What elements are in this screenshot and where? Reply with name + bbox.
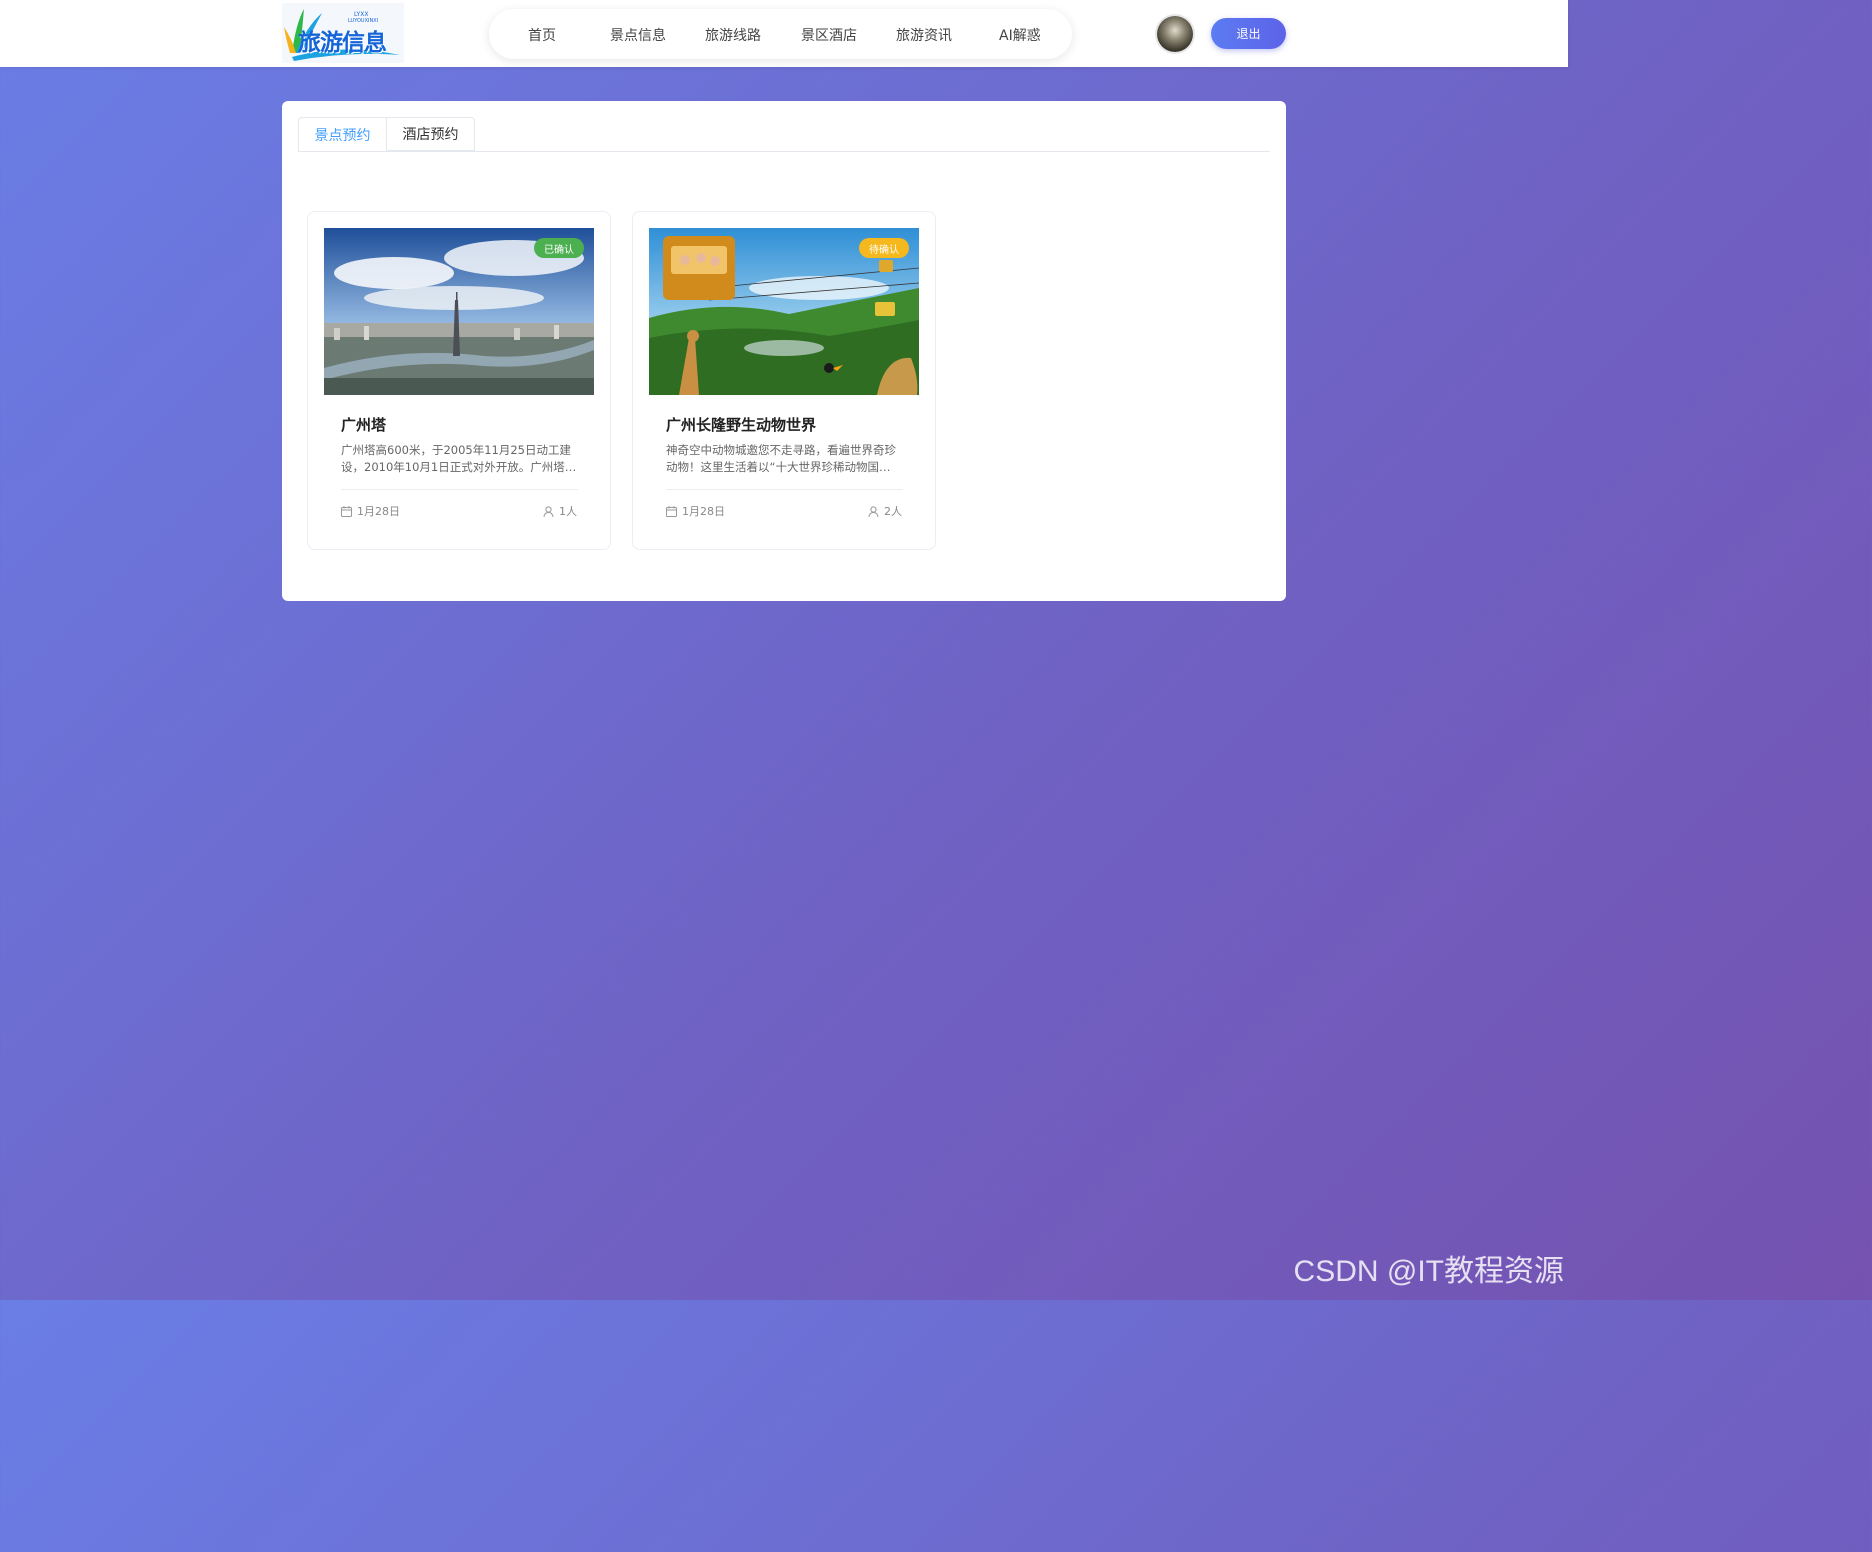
wildlife-park-photo: 待确认 [649,228,919,395]
booking-date-text: 1月28日 [682,505,725,518]
booking-title: 广州长隆野生动物世界 [666,416,817,434]
tab-attraction-booking[interactable]: 景点预约 [298,117,387,152]
booking-card[interactable]: 待确认 广州长隆野生动物世界 神奇空中动物城邀您不走寻路，看遍世界奇珍动物！这里… [632,211,936,550]
user-avatar[interactable] [1157,16,1193,52]
booking-description: 神奇空中动物城邀您不走寻路，看遍世界奇珍动物！这里生活着以“十大世界珍稀动物国宝… [666,443,896,474]
logout-button[interactable]: 退出 [1211,18,1286,49]
site-logo[interactable]: LYXX LUYOUXINXI 旅游信息 [282,3,404,63]
card-divider [666,489,903,490]
status-badge: 待确认 [859,238,909,258]
nav-item-attractions[interactable]: 景点信息 [610,25,666,45]
nav-item-home[interactable]: 首页 [528,25,556,45]
booking-people: 2人 [868,503,902,519]
booking-description: 广州塔高600米，于2005年11月25日动工建设，2010年10月1日正式对外… [341,443,577,474]
nav-item-hotels[interactable]: 景区酒店 [801,25,857,45]
booking-date: 1月28日 [666,503,725,519]
calendar-icon [666,505,677,517]
booking-title: 广州塔 [341,416,387,434]
booking-people: 1人 [543,503,577,519]
tabs-divider [298,151,1270,152]
nav-item-news[interactable]: 旅游资讯 [896,25,952,45]
booking-people-text: 1人 [559,505,577,518]
booking-card[interactable]: 已确认 广州塔 广州塔高600米，于2005年11月25日动工建设，2010年1… [307,211,611,550]
card-divider [341,489,578,490]
person-icon [868,505,879,517]
main-nav: 首页 景点信息 旅游线路 景区酒店 旅游资讯 AI解惑 [489,9,1072,59]
calendar-icon [341,505,352,517]
watermark-text: CSDN @IT教程资源 [1293,1255,1564,1288]
logo-text: 旅游信息 [298,29,387,56]
booking-date: 1月28日 [341,503,400,519]
city-skyline-photo: 已确认 [324,228,594,395]
tab-hotel-booking[interactable]: 酒店预约 [387,117,475,151]
nav-item-ai[interactable]: AI解惑 [999,25,1041,45]
logo-subtitle: LYXX [354,11,369,18]
person-icon [543,505,554,517]
booking-panel: 景点预约 酒店预约 已确认 广州塔 广州塔高600米，于2005年11月25日动… [282,101,1286,601]
booking-date-text: 1月28日 [357,505,400,518]
nav-item-routes[interactable]: 旅游线路 [705,25,761,45]
booking-people-text: 2人 [884,505,902,518]
top-navigation-bar: LYXX LUYOUXINXI 旅游信息 首页 景点信息 旅游线路 景区酒店 旅… [0,0,1568,67]
status-badge: 已确认 [534,238,584,258]
